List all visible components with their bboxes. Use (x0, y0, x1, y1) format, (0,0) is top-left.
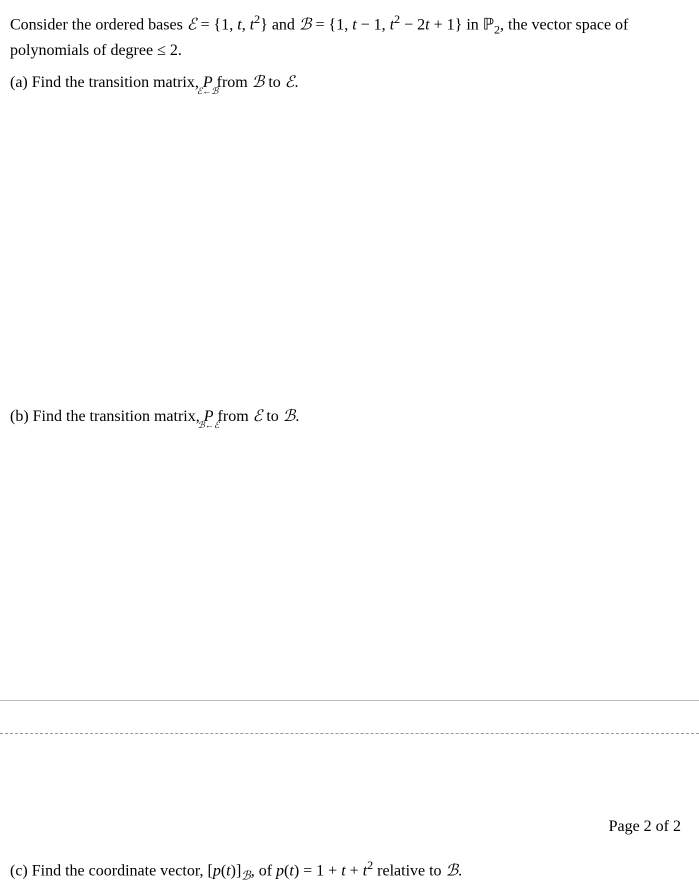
rest: − 2 (400, 16, 425, 33)
intro-eq2: = {1, (312, 16, 353, 33)
pc-of: , of (251, 862, 276, 879)
page-divider (0, 700, 699, 734)
part-a-period: . (294, 74, 298, 91)
pc-plus: + (346, 862, 363, 879)
basis-B: ℬ (299, 16, 312, 33)
part-b-to: ℬ (283, 408, 296, 425)
part-a-from: ℬ (252, 74, 265, 91)
transition-P-b: Pℬ←ℰ (204, 405, 214, 429)
plus1: + 1} in (430, 16, 483, 33)
pc-B: ℬ (446, 862, 459, 879)
part-a-mid: from (213, 74, 252, 91)
intro-text: Consider the ordered bases (10, 16, 187, 33)
part-b-to-word: to (262, 408, 282, 425)
part-b-from: ℰ (253, 408, 263, 425)
part-b: (b) Find the transition matrix, Pℬ←ℰ fro… (10, 405, 689, 429)
intro-eq1: = {1, (197, 16, 238, 33)
page-number: Page 2 of 2 (609, 818, 681, 836)
solid-divider (0, 700, 699, 701)
pc-relative: relative to (373, 862, 445, 879)
close-and: } and (260, 16, 299, 33)
dashed-divider (0, 733, 699, 734)
comma: , (242, 16, 250, 33)
part-b-period: . (295, 408, 299, 425)
part-a: (a) Find the transition matrix, Pℰ←ℬ fro… (10, 71, 689, 95)
part-a-label: (a) Find the transition matrix, (10, 74, 203, 91)
pc-close2: ) = 1 + (294, 862, 341, 879)
pc-close: )] (231, 862, 242, 879)
part-c: (c) Find the coordinate vector, [p(t)]ℬ,… (10, 856, 462, 885)
problem-intro: Consider the ordered bases ℰ = {1, t, t2… (10, 10, 689, 63)
part-c-label: (c) Find the coordinate vector, [ (10, 862, 213, 879)
tm1-b: − 1, (357, 16, 390, 33)
pc-p: p (213, 862, 221, 879)
pc-period: . (458, 862, 462, 879)
part-a-to-word: to (264, 74, 284, 91)
pc-p2: p (276, 862, 284, 879)
transition-P-a: Pℰ←ℬ (203, 71, 213, 95)
P-symbol: ℙ (483, 16, 494, 33)
pc-subB: ℬ (241, 869, 250, 883)
part-b-label: (b) Find the transition matrix, (10, 408, 204, 425)
basis-E: ℰ (187, 16, 197, 33)
part-b-mid: from (214, 408, 253, 425)
